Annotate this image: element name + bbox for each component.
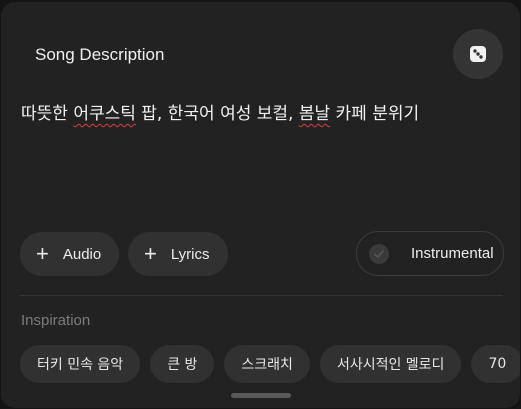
add-lyrics-button[interactable]: + Lyrics (128, 232, 228, 276)
panel-title: Song Description (35, 45, 165, 64)
scroll-handle[interactable] (231, 393, 291, 398)
section-divider (20, 295, 503, 296)
description-text: 따뜻한 (21, 104, 74, 124)
add-audio-label: Audio (62, 245, 102, 263)
spellcheck-word: 봄날 (298, 104, 331, 124)
song-description-input[interactable]: 따뜻한 어쿠스틱 팝, 한국어 여성 보컬, 봄날 카페 분위기 (21, 99, 419, 124)
add-audio-button[interactable]: + Audio (20, 232, 119, 276)
inspiration-chip[interactable]: 서사시적인 멜로디 (319, 345, 462, 383)
check-icon (369, 243, 389, 264)
dice-icon (470, 46, 486, 62)
plus-icon: + (144, 241, 157, 266)
spellcheck-word: 어쿠스틱 (73, 104, 136, 124)
inspiration-chip[interactable]: 큰 방 (150, 345, 215, 383)
description-text: 팝, 한국어 여성 보컬, (135, 104, 299, 124)
inspiration-chip[interactable]: 스크래치 (224, 345, 310, 383)
inspiration-heading: Inspiration (21, 312, 91, 329)
inspiration-chip[interactable]: 터키 민속 음악 (20, 345, 141, 383)
inspiration-chip[interactable]: 70 (471, 345, 520, 383)
instrumental-label: Instrumental (411, 245, 494, 262)
description-text: 카페 분위기 (330, 104, 420, 124)
song-description-panel: Song Description 따뜻한 어쿠스틱 팝, 한국어 여성 보컬, … (1, 2, 520, 408)
random-description-button[interactable] (453, 29, 503, 79)
inspiration-chip-list: 터키 민속 음악 큰 방 스크래치 서사시적인 멜로디 70 (20, 345, 520, 383)
instrumental-toggle[interactable]: Instrumental (356, 231, 504, 276)
plus-icon: + (36, 241, 49, 266)
add-lyrics-label: Lyrics (170, 245, 210, 263)
